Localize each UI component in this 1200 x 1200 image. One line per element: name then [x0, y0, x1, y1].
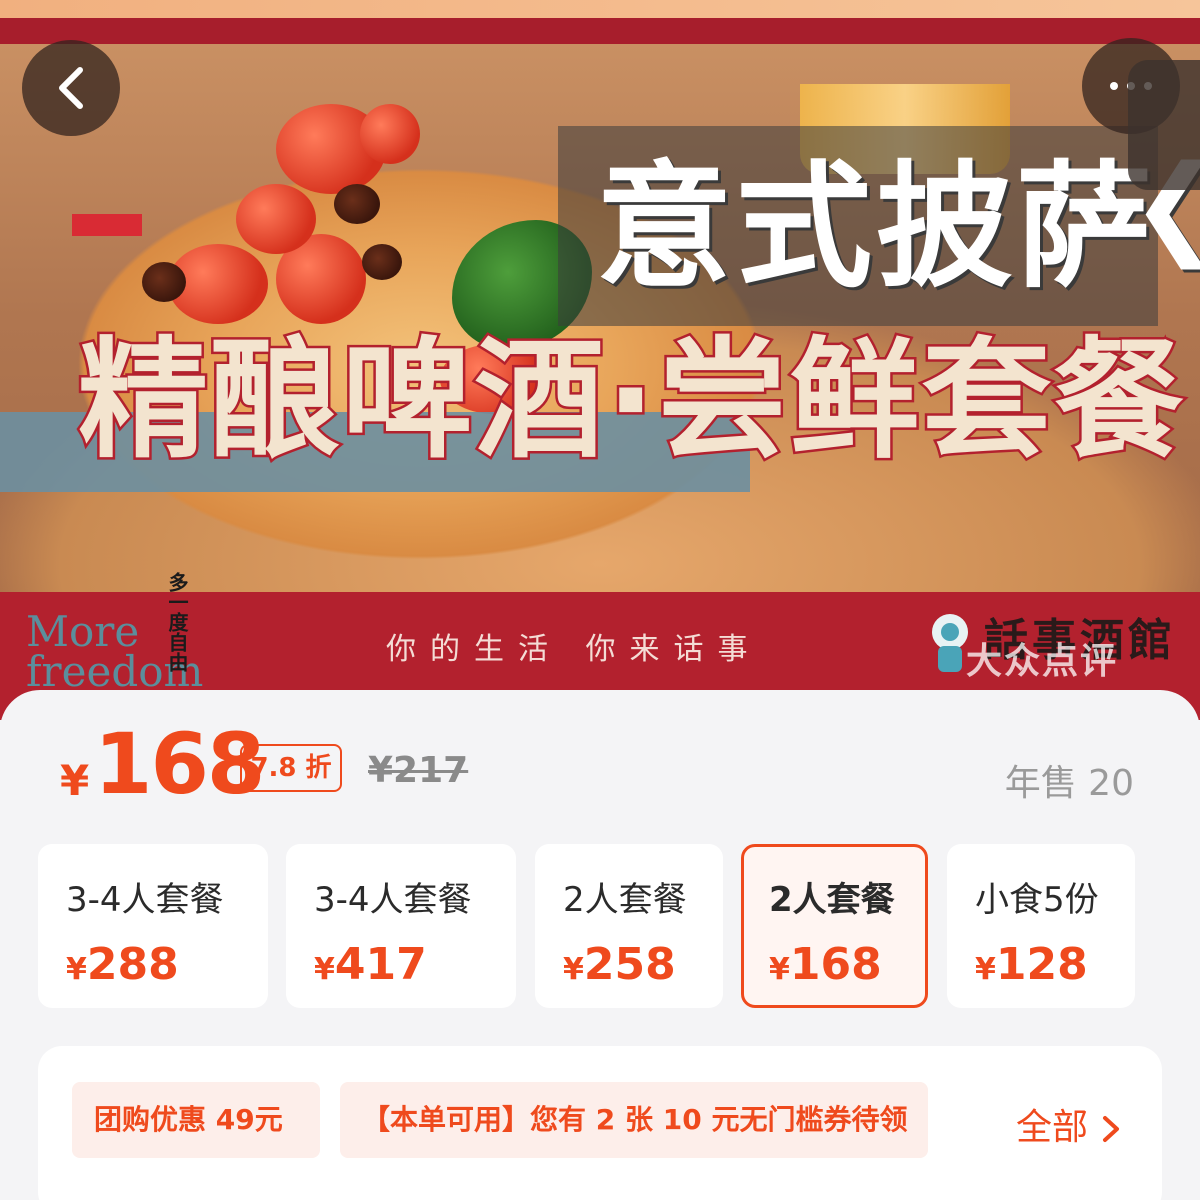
view-all-label: 全部 — [1016, 1107, 1089, 1148]
sku-currency: ¥ — [563, 952, 584, 987]
sku-price: ¥288 — [66, 939, 268, 990]
tomato — [236, 184, 316, 254]
annual-sales: 年售 20 — [1004, 763, 1134, 804]
olive — [142, 262, 186, 302]
red-dash-decoration — [72, 214, 142, 236]
sku-price: ¥168 — [769, 939, 925, 990]
back-arrow-icon — [59, 67, 83, 109]
sku-name: 3-4人套餐 — [66, 880, 224, 920]
sku-name: 3-4人套餐 — [314, 880, 472, 920]
sku-name: 2人套餐 — [563, 880, 687, 920]
sku-price-value: 258 — [583, 939, 676, 990]
original-price: ¥217 — [368, 750, 469, 791]
sku-option-selected[interactable]: 2人套餐 ¥168 — [741, 844, 928, 1008]
sku-option[interactable]: 3-4人套餐 ¥417 — [286, 844, 516, 1008]
hero-red-stripe — [0, 18, 1200, 44]
sku-price: ¥417 — [314, 939, 516, 990]
sku-price-value: 417 — [334, 939, 427, 990]
dianping-watermark: 大众点评 — [966, 641, 1119, 682]
sku-price: ¥128 — [975, 939, 1135, 990]
group-discount-chip[interactable]: 团购优惠 49元 — [72, 1082, 320, 1158]
hero-title-main: 精酿啤酒·尝鲜套餐 — [75, 322, 1186, 479]
price-currency: ¥ — [60, 756, 90, 805]
hero-banner: 意式披萨 ❮ 精酿啤酒·尝鲜套餐 More freedom 多一度自由 你的生活… — [0, 0, 1200, 720]
view-all-link[interactable]: 全部 — [1016, 1098, 1123, 1150]
sku-option[interactable]: 3-4人套餐 ¥288 — [38, 844, 268, 1008]
sku-price-value: 288 — [86, 939, 179, 990]
sku-currency: ¥ — [66, 952, 87, 987]
tomato — [360, 104, 420, 164]
sku-price: ¥258 — [563, 939, 723, 990]
discount-badge: 7.8 折 — [240, 744, 342, 792]
olive — [362, 244, 402, 280]
brand-english-logo: More freedom — [26, 611, 226, 693]
hero-top-band — [0, 0, 1200, 18]
chevron-right-icon — [1103, 1116, 1120, 1142]
sku-name: 2人套餐 — [769, 880, 895, 920]
brand-chinese-logo: 多一度自由 — [165, 572, 189, 672]
sku-option[interactable]: 2人套餐 ¥258 — [535, 844, 723, 1008]
sku-option[interactable]: 小食5份 ¥128 — [947, 844, 1135, 1008]
sku-currency: ¥ — [314, 952, 335, 987]
hero-title-pizza: 意式披萨 — [596, 149, 1156, 307]
back-button[interactable] — [22, 40, 120, 136]
side-drawer-tab[interactable] — [1128, 60, 1200, 190]
sku-name: 小食5份 — [975, 880, 1099, 920]
sku-price-value: 168 — [789, 939, 882, 990]
sku-currency: ¥ — [975, 952, 996, 987]
coupon-chip[interactable]: 【本单可用】您有 2 张 10 元无门槛券待领 — [340, 1082, 928, 1158]
hero-slogan: 你的生活 你来话事 — [386, 632, 762, 667]
olive — [334, 184, 380, 224]
current-price: 168 — [94, 715, 265, 813]
sku-currency: ¥ — [769, 952, 790, 987]
sku-price-value: 128 — [995, 939, 1088, 990]
